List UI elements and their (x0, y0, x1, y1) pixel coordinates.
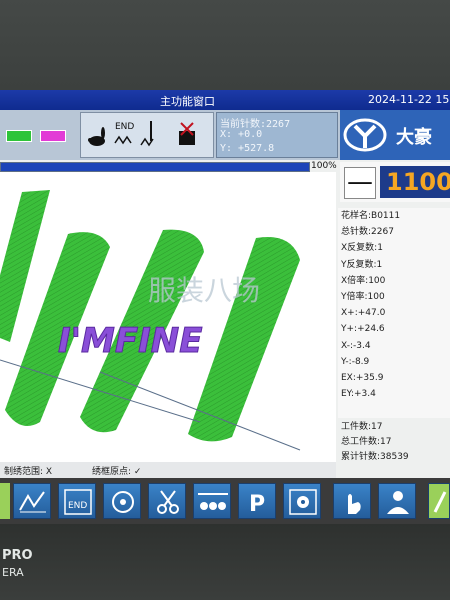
pattern-stroke-4 (188, 236, 300, 442)
trim-icon[interactable] (179, 122, 195, 145)
p-icon: P (249, 492, 265, 517)
x-scale: X倍率:100 (341, 275, 386, 286)
progress-fill (1, 163, 309, 171)
canvas-status-row: 制绣范围: X 绣框原点: ✓ (0, 462, 336, 478)
brand-name: 大豪 (396, 127, 432, 148)
svg-text:END: END (115, 122, 134, 132)
window-title: 主功能窗口 (160, 95, 215, 108)
title-bar: 主功能窗口 2024-11-22 15 (0, 90, 450, 110)
x-plus: X+:+47.0 (341, 308, 386, 319)
workpiece-count: 工件数:17 (341, 422, 383, 432)
ey-value: EY:+3.4 (341, 389, 376, 400)
x-repeat: X反复数:1 (341, 243, 383, 254)
speed-control: — 1100 (340, 162, 450, 202)
speed-value[interactable]: 1100 (380, 166, 450, 198)
rabbit-speed-icon[interactable] (88, 127, 105, 146)
x-position: X: +0.0 (220, 129, 263, 140)
operator-button[interactable] (378, 483, 416, 519)
frame-origin-label: 绣框原点: ✓ (92, 467, 142, 477)
y-position: Y: +527.8 (220, 143, 275, 154)
svg-text:END: END (68, 501, 87, 511)
embroidery-pattern: I'MFINE 服装八场 (0, 190, 301, 451)
needle-icon[interactable] (140, 121, 154, 147)
ex-value: EX:+35.9 (341, 372, 384, 383)
embroidery-text: I'MFINE (58, 321, 202, 361)
y-minus: Y-:-8.9 (341, 356, 370, 367)
camera-sub-text: ERA (2, 566, 24, 579)
y-scale: Y倍率:100 (341, 291, 385, 302)
pattern-info-panel: 花样名:B0111 总针数:2267 X反复数:1 Y反复数:1 X倍率:100… (338, 208, 450, 418)
status-indicator-magenta[interactable] (40, 130, 66, 142)
monitor-bezel-bottom (0, 524, 450, 600)
watermark-text: 服装八场 (148, 274, 260, 307)
scissors-icon (157, 490, 179, 514)
gear-button[interactable] (283, 483, 321, 519)
rotate-button[interactable] (103, 483, 141, 519)
operation-icons-group: END (80, 112, 214, 158)
pencil-icon (433, 491, 447, 513)
edit-button[interactable] (428, 483, 450, 519)
p-button[interactable]: P (238, 483, 276, 519)
stitch-counter-panel: 当前针数:2267 X: +0.0 Y: +527.8 (216, 112, 338, 158)
hand-icon (348, 494, 361, 514)
left-edge-button[interactable] (0, 483, 10, 519)
frame-range-label: 制绣范围: X (4, 467, 53, 477)
brand-logo: 大豪 (340, 110, 450, 160)
hand-button[interactable] (333, 483, 371, 519)
current-stitch-count: 当前针数:2267 (220, 119, 291, 130)
operation-icons: END (88, 121, 195, 147)
gear-icon (289, 489, 317, 515)
rotate-icon (112, 491, 134, 513)
svg-text:P: P (249, 492, 265, 517)
needle-bar-icon (198, 493, 228, 510)
end-stitch-icon[interactable]: END (114, 122, 134, 145)
embroidery-machine-screen: 主功能窗口 2024-11-22 15 END 当前针数:2267 X: +0.… (0, 90, 450, 524)
x-minus: X-:-3.4 (341, 340, 371, 351)
needle-path-button[interactable] (13, 483, 51, 519)
y-plus: Y+:+24.6 (341, 324, 385, 335)
pattern-name: 花样名:B0111 (341, 211, 401, 221)
end-icon: END (64, 489, 92, 515)
dahao-logo-icon (343, 118, 387, 152)
needle-path-icon (19, 491, 46, 513)
total-workpiece-count: 总工件数:17 (341, 437, 392, 447)
scissors-button[interactable] (148, 483, 186, 519)
y-repeat: Y反复数:1 (341, 259, 383, 270)
total-stitches: 总针数:2267 (341, 227, 394, 238)
progress-bar (0, 162, 310, 172)
status-indicator-green[interactable] (6, 130, 32, 142)
cumulative-stitches: 累计针数:38539 (341, 452, 409, 462)
production-stats: 工件数:17 总工件数:17 累计针数:38539 (338, 420, 450, 474)
speed-decrease-button[interactable]: — (344, 167, 376, 199)
progress-percent: 100% (311, 161, 337, 171)
end-button[interactable]: END (58, 483, 96, 519)
monitor-bezel-top (0, 0, 450, 90)
user-icon (387, 491, 409, 514)
needle-select-button[interactable] (193, 483, 231, 519)
camera-brand-text: PRO (2, 548, 33, 563)
date-time: 2024-11-22 15 (368, 93, 450, 106)
